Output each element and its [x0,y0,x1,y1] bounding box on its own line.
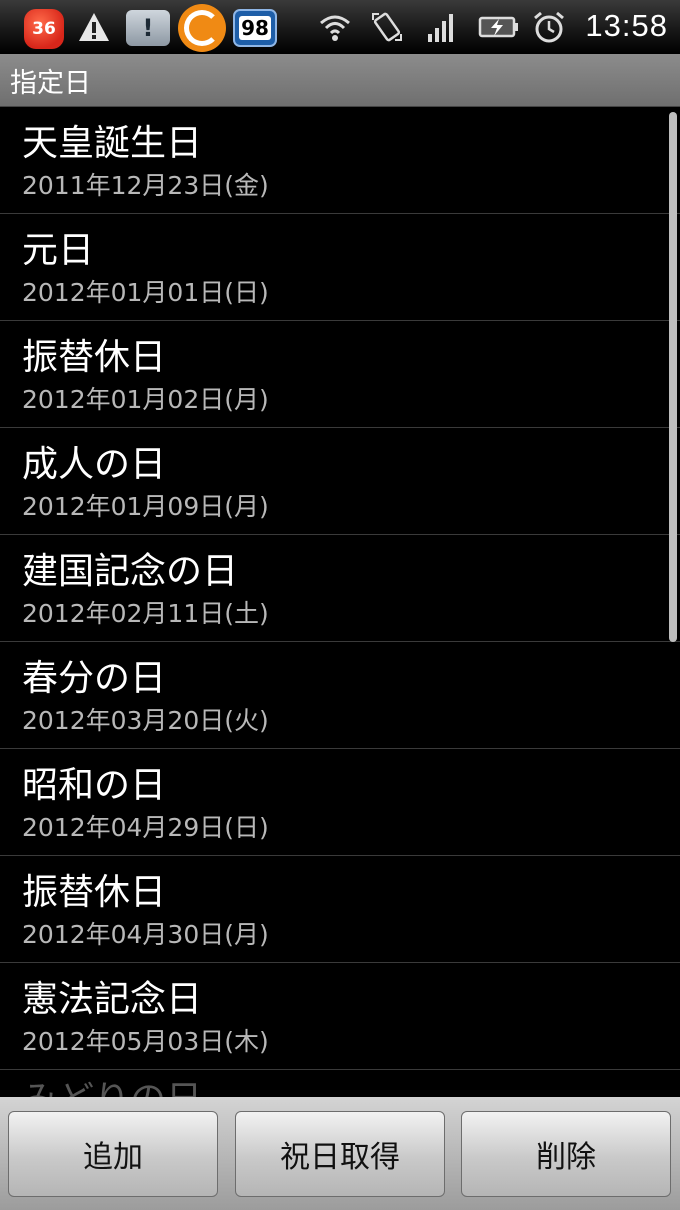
list-item[interactable]: 振替休日 2012年01月02日(月) [0,321,680,428]
holiday-date: 2012年04月30日(月) [22,920,269,949]
holiday-date: 2012年02月11日(土) [22,599,269,628]
holiday-date: 2012年03月20日(火) [22,706,269,735]
holiday-name: 昭和の日 [22,765,167,806]
list-item[interactable]: 建国記念の日 2012年02月11日(土) [0,535,680,642]
holiday-name: 春分の日 [22,658,167,699]
holiday-name: 振替休日 [22,337,167,378]
holiday-name: 憲法記念日 [22,979,203,1020]
list-item[interactable]: 元日 2012年01月01日(日) [0,214,680,321]
notification-count-badge[interactable]: 36 [24,9,64,49]
holiday-list[interactable]: 天皇誕生日 2011年12月23日(金) 元日 2012年01月01日(日) 振… [0,107,680,1097]
list-item[interactable]: 春分の日 2012年03月20日(火) [0,642,680,749]
status-bar: 36 ! 98 13:58 [0,0,680,54]
wifi-icon [320,15,350,41]
alarm-icon [534,11,564,43]
title-bar: 指定日 [0,54,680,107]
clock-time: 13:58 [585,8,668,43]
rotate-icon [372,12,402,42]
list-item[interactable]: 昭和の日 2012年04月29日(日) [0,749,680,856]
holiday-name: 元日 [22,230,95,271]
list-item[interactable]: 振替休日 2012年04月30日(月) [0,856,680,963]
holiday-name: みどりの日 [22,1080,202,1098]
list-item[interactable]: 憲法記念日 2012年05月03日(木) [0,963,680,1070]
holiday-name: 天皇誕生日 [22,123,203,164]
holiday-date: 2012年05月03日(木) [22,1027,269,1056]
warning-icon [74,6,114,48]
holiday-name: 建国記念の日 [22,551,239,592]
fetch-holidays-button[interactable]: 祝日取得 [235,1111,445,1197]
holiday-name: 振替休日 [22,872,167,913]
list-item[interactable]: 天皇誕生日 2011年12月23日(金) [0,107,680,214]
page-title: 指定日 [10,67,91,99]
add-button[interactable]: 追加 [8,1111,218,1197]
badge-98-icon: 98 [233,9,277,47]
holiday-date: 2012年01月01日(日) [22,278,269,307]
holiday-date: 2012年01月02日(月) [22,385,269,414]
battery-charging-icon [478,16,518,38]
chat-bubble-glyph: ! [142,14,154,42]
list-item[interactable]: 成人の日 2012年01月09日(月) [0,428,680,535]
list-item[interactable]: みどりの日 [0,1070,680,1098]
holiday-name: 成人の日 [22,444,167,485]
signal-icon [428,14,453,42]
scrollbar[interactable] [669,112,677,642]
badge-number: 98 [239,16,271,40]
chat-bubble-icon: ! [126,10,170,46]
holiday-date: 2012年01月09日(月) [22,492,269,521]
notification-count: 36 [32,19,56,39]
holiday-date: 2012年04月29日(日) [22,813,269,842]
orange-app-icon [178,4,226,52]
bottom-button-bar: 追加 祝日取得 削除 [0,1097,680,1210]
delete-button[interactable]: 削除 [461,1111,671,1197]
holiday-date: 2011年12月23日(金) [22,171,269,200]
